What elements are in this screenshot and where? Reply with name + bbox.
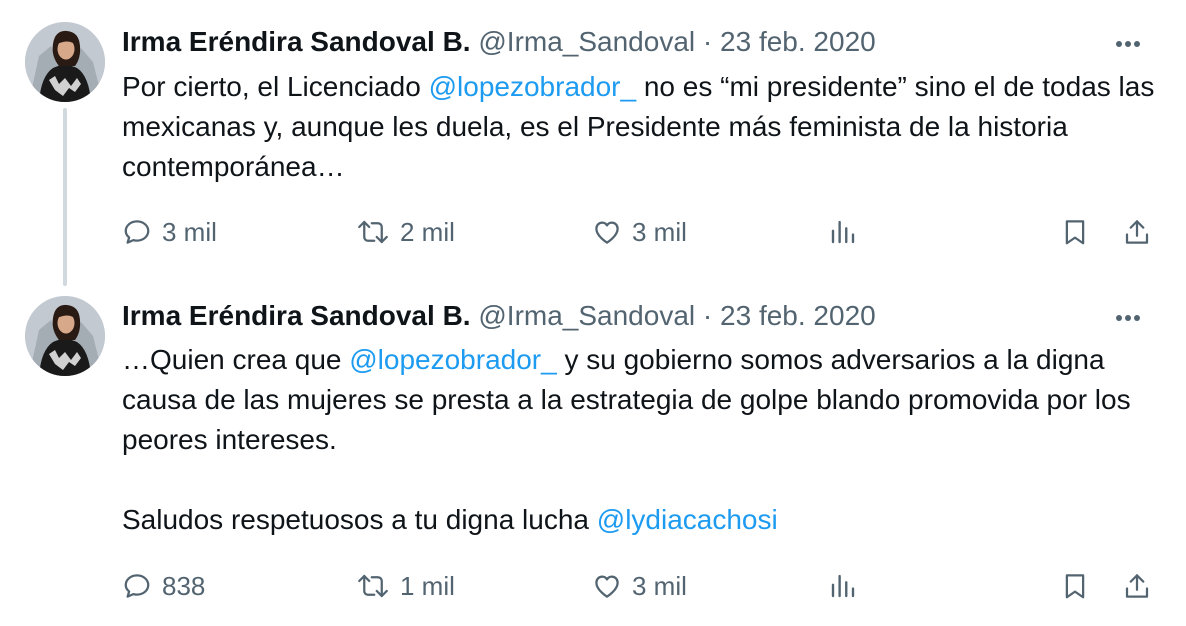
more-horizontal-icon bbox=[1116, 315, 1140, 321]
more-options-button[interactable] bbox=[1110, 26, 1146, 62]
views-button[interactable] bbox=[828, 566, 858, 606]
tweet-paragraph: …Quien crea que @lopezobrador_ y su gobi… bbox=[122, 340, 1162, 460]
author-handle[interactable]: @Irma_Sandoval bbox=[478, 300, 695, 331]
author-name[interactable]: Irma Eréndira Sandoval B. bbox=[122, 26, 471, 57]
header-separator: · bbox=[702, 300, 713, 331]
text-segment: Saludos respetuosos a tu digna lucha bbox=[122, 504, 597, 535]
text-segment: Por cierto, el Licenciado bbox=[122, 71, 429, 102]
tweet-text: Por cierto, el Licenciado @lopezobrador_… bbox=[122, 67, 1162, 187]
mention-link[interactable]: @lopezobrador_ bbox=[429, 71, 636, 102]
views-icon bbox=[831, 574, 855, 598]
tweet-paragraph: Saludos respetuosos a tu digna lucha @ly… bbox=[122, 500, 1162, 540]
retweet-button[interactable]: 2 mil bbox=[356, 212, 455, 252]
bookmark-icon bbox=[1065, 220, 1085, 245]
bookmark-button[interactable] bbox=[1060, 212, 1090, 252]
bookmark-button[interactable] bbox=[1060, 566, 1090, 606]
reply-button[interactable]: 3 mil bbox=[122, 212, 217, 252]
tweet-text: …Quien crea que @lopezobrador_ y su gobi… bbox=[122, 340, 1162, 540]
tweet[interactable]: Irma Eréndira Sandoval B. @Irma_Sandoval… bbox=[0, 282, 1186, 626]
reply-count: 838 bbox=[162, 570, 206, 601]
mention-link[interactable]: @lopezobrador_ bbox=[349, 344, 556, 375]
share-icon bbox=[1125, 574, 1149, 598]
tweet[interactable]: Irma Eréndira Sandoval B. @Irma_Sandoval… bbox=[0, 0, 1186, 286]
reply-count: 3 mil bbox=[162, 216, 217, 247]
share-button[interactable] bbox=[1122, 566, 1152, 606]
text-segment: …Quien crea que bbox=[122, 344, 350, 375]
like-count: 3 mil bbox=[632, 216, 687, 247]
reply-icon bbox=[124, 220, 150, 244]
tweet-header: Irma Eréndira Sandoval B. @Irma_Sandoval… bbox=[122, 298, 876, 334]
like-button[interactable]: 3 mil bbox=[592, 212, 687, 252]
reply-button[interactable]: 838 bbox=[122, 566, 205, 606]
tweet-header: Irma Eréndira Sandoval B. @Irma_Sandoval… bbox=[122, 24, 876, 60]
share-button[interactable] bbox=[1122, 212, 1152, 252]
tweet-date[interactable]: 23 feb. 2020 bbox=[720, 300, 876, 331]
retweet-icon bbox=[358, 220, 388, 244]
retweet-count: 2 mil bbox=[400, 216, 455, 247]
like-button[interactable]: 3 mil bbox=[592, 566, 687, 606]
like-count: 3 mil bbox=[632, 570, 687, 601]
retweet-button[interactable]: 1 mil bbox=[356, 566, 455, 606]
heart-icon bbox=[595, 575, 619, 598]
heart-icon bbox=[595, 221, 619, 244]
mention-link[interactable]: @lydiacachosi bbox=[597, 504, 778, 535]
tweet-date[interactable]: 23 feb. 2020 bbox=[720, 26, 876, 57]
views-icon bbox=[831, 220, 855, 244]
author-name[interactable]: Irma Eréndira Sandoval B. bbox=[122, 300, 471, 331]
thread-connector-line bbox=[63, 108, 67, 286]
retweet-icon bbox=[358, 574, 388, 598]
author-handle[interactable]: @Irma_Sandoval bbox=[478, 26, 695, 57]
views-button[interactable] bbox=[828, 212, 858, 252]
avatar[interactable] bbox=[25, 296, 105, 376]
bookmark-icon bbox=[1065, 574, 1085, 599]
retweet-count: 1 mil bbox=[400, 570, 455, 601]
avatar[interactable] bbox=[25, 22, 105, 102]
reply-icon bbox=[124, 574, 150, 598]
tweet-paragraph: Por cierto, el Licenciado @lopezobrador_… bbox=[122, 67, 1162, 187]
share-icon bbox=[1125, 220, 1149, 244]
tweet-actions: 3 mil 2 mil 3 mil bbox=[122, 212, 1156, 252]
more-horizontal-icon bbox=[1116, 41, 1140, 47]
header-separator: · bbox=[702, 26, 713, 57]
more-options-button[interactable] bbox=[1110, 300, 1146, 336]
tweet-actions: 838 1 mil 3 mil bbox=[122, 566, 1156, 606]
